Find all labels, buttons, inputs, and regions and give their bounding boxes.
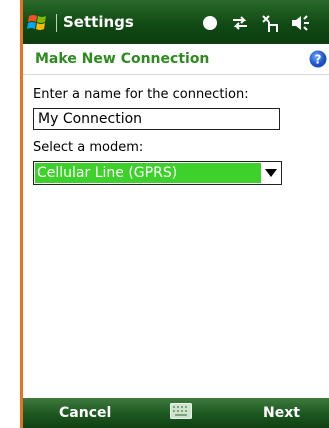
modem-selected-value[interactable]: Cellular Line (GPRS)	[35, 163, 261, 183]
frame-left-margin	[0, 0, 20, 428]
connectivity-arrows-icon[interactable]	[229, 12, 251, 34]
windows-start-icon[interactable]	[27, 11, 51, 33]
app-title: Settings	[63, 13, 134, 31]
status-icons[interactable]	[199, 12, 311, 34]
modem-label: Select a modem:	[33, 140, 144, 155]
name-label: Enter a name for the connection:	[33, 87, 249, 102]
keyboard-icon[interactable]	[170, 403, 192, 419]
cancel-button[interactable]: Cancel	[59, 405, 111, 421]
connection-name-input[interactable]	[33, 108, 280, 130]
device-screen: Settings Make New Connection ? Enter a n…	[23, 0, 329, 428]
softkey-bar: Cancel Next	[23, 398, 329, 428]
title-separator	[56, 14, 57, 32]
help-icon[interactable]: ?	[309, 50, 327, 68]
status-circle-icon[interactable]	[199, 12, 221, 34]
svg-text:?: ?	[315, 53, 322, 67]
signal-icon[interactable]	[259, 12, 281, 34]
title-bar: Settings	[23, 0, 329, 44]
page-title: Make New Connection	[35, 51, 210, 67]
next-button[interactable]: Next	[263, 405, 300, 421]
modem-select[interactable]: Cellular Line (GPRS)	[33, 161, 282, 185]
page-header: Make New Connection ?	[23, 44, 329, 75]
volume-icon[interactable]	[289, 12, 311, 34]
chevron-down-icon[interactable]	[264, 168, 278, 178]
